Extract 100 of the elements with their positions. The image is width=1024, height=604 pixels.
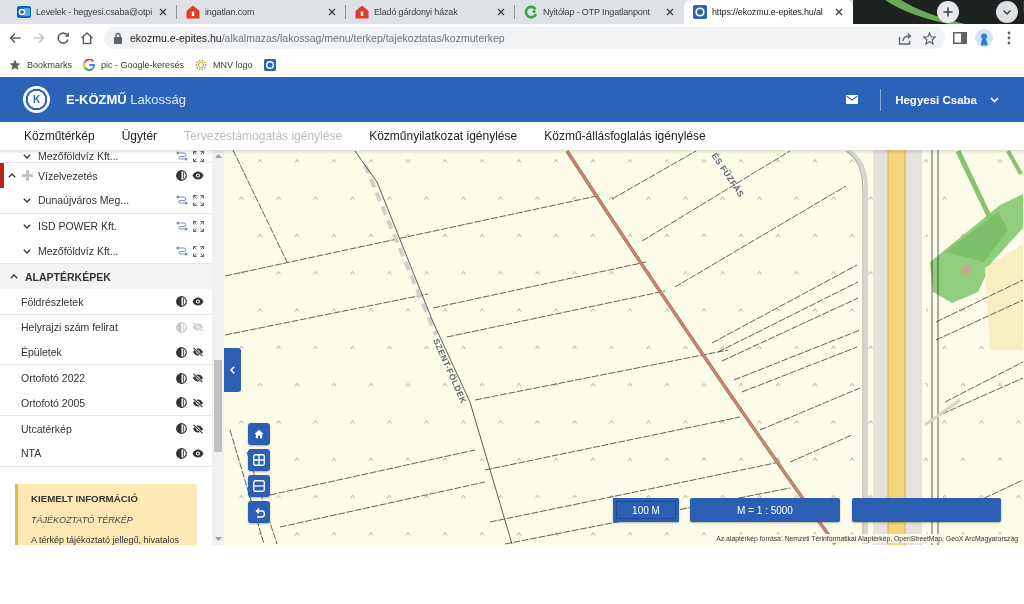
collapse-sidebar-button[interactable] — [224, 348, 241, 392]
chevron-down-icon — [990, 96, 999, 103]
eye-icon[interactable] — [192, 171, 204, 181]
side-panel-icon[interactable] — [953, 32, 967, 44]
route-icon[interactable] — [176, 195, 188, 206]
expand-icon[interactable] — [193, 245, 204, 257]
bookmark[interactable]: pic - Google-keresés — [83, 58, 185, 71]
bookmark[interactable]: Bookmarks — [9, 58, 72, 71]
plus-icon[interactable] — [937, 1, 959, 23]
close-icon[interactable] — [328, 8, 336, 16]
eye-slash-icon[interactable] — [192, 423, 204, 434]
section-header[interactable]: ALAPTÉRKÉPEK — [0, 264, 212, 290]
chevron-down-icon[interactable] — [23, 197, 31, 203]
home-icon[interactable] — [80, 31, 94, 45]
sunburst-icon — [195, 58, 208, 71]
eye-icon[interactable] — [192, 297, 204, 307]
browser-tab[interactable]: ingatlan.com — [177, 0, 346, 24]
scrollbar[interactable] — [212, 150, 224, 545]
cross-icon — [22, 170, 33, 182]
back-icon[interactable] — [8, 31, 22, 45]
eye-slash-icon[interactable] — [192, 397, 204, 408]
provider-label: Mezőföldvíz Kft... — [38, 150, 119, 162]
layer-label: Épületek — [21, 346, 62, 359]
house-icon — [186, 5, 200, 19]
home-button[interactable] — [248, 423, 270, 445]
chevron-down-icon[interactable] — [23, 153, 31, 159]
layer-label: Vízelvezetés — [38, 169, 98, 182]
chevron-up-icon[interactable] — [10, 274, 18, 280]
half-circle-icon[interactable] — [176, 170, 187, 182]
browser-tab[interactable]: Levelek - hegyesi.csaba@otpi — [8, 0, 177, 24]
half-circle-icon[interactable] — [176, 447, 187, 459]
layer-label: Ortofotó 2005 — [21, 396, 86, 409]
zoom-in-button[interactable] — [248, 449, 270, 471]
favicon-icon — [17, 5, 31, 19]
nav-link[interactable]: Közműnyilatkozat igénylése — [369, 129, 518, 143]
app-title: E-KÖZMŰ Lakosság — [66, 92, 186, 107]
close-icon[interactable] — [835, 8, 843, 16]
browser-tab[interactable]: Eladó gárdonyi házak — [346, 0, 515, 24]
chevron-down-icon[interactable] — [996, 1, 1018, 23]
share-icon[interactable] — [898, 31, 912, 45]
layer-label: Földrészletek — [21, 295, 84, 308]
route-icon[interactable] — [176, 151, 188, 161]
info-text: A térkép tájékoztató jellegű, hivatalos — [31, 534, 181, 545]
close-icon[interactable] — [159, 8, 167, 16]
square-plus-icon — [253, 454, 265, 466]
expand-icon[interactable] — [193, 220, 204, 232]
provider-label: Mezőföldvíz Kft... — [38, 245, 119, 258]
browser-tab[interactable]: https://ekozmu.e-epites.hu/al — [684, 0, 853, 24]
half-circle-icon[interactable] — [176, 423, 187, 435]
zoom-out-button[interactable] — [248, 475, 270, 497]
close-icon[interactable] — [666, 8, 674, 16]
close-icon[interactable] — [497, 8, 505, 16]
nav-link[interactable]: Ügytér — [121, 129, 158, 143]
eye-slash-icon[interactable] — [192, 347, 204, 358]
half-circle-icon[interactable] — [176, 346, 187, 358]
nav-link[interactable]: Közmű-állásfoglalás igénylése — [544, 129, 706, 143]
logo-icon[interactable] — [263, 58, 276, 71]
undo-icon — [253, 506, 265, 518]
route-icon[interactable] — [176, 246, 188, 257]
layer-label: Utcatérkép — [21, 422, 72, 435]
undo-button[interactable] — [248, 501, 270, 523]
star-icon[interactable] — [923, 31, 936, 45]
home-icon — [254, 429, 264, 439]
house-icon — [355, 5, 369, 19]
provider-label: Dunaújváros Meg... — [38, 194, 130, 207]
section-title: ALAPTÉRKÉPEK — [25, 270, 111, 283]
square-minus-icon — [253, 480, 265, 492]
browser-tab[interactable]: Nyitólap - OTP Ingatlanpont — [515, 0, 684, 24]
lock-icon — [113, 32, 123, 44]
chevron-up-icon[interactable] — [8, 173, 16, 179]
scrollbar-thumb[interactable] — [214, 360, 222, 452]
chevron-down-icon[interactable] — [23, 223, 31, 229]
half-circle-icon[interactable] — [176, 372, 187, 384]
info-subtitle: TÁJÉKOZTATÓ TÉRKÉP — [31, 514, 134, 526]
star-icon — [9, 58, 21, 71]
info-title: KIEMELT INFORMÁCIÓ — [31, 492, 139, 505]
logo-icon — [693, 5, 707, 19]
reload-icon[interactable] — [56, 31, 70, 45]
half-circle-icon[interactable] — [176, 397, 187, 409]
ring-icon — [524, 5, 538, 19]
expand-icon[interactable] — [193, 194, 204, 206]
avatar-icon[interactable] — [975, 29, 993, 47]
half-circle-icon[interactable] — [176, 296, 187, 308]
bookmark[interactable]: MNV logo — [195, 58, 253, 71]
kebab-menu-icon[interactable] — [1007, 31, 1011, 45]
eye-icon[interactable] — [192, 448, 204, 458]
provider-label: ISD POWER Kft. — [38, 220, 117, 233]
logo-icon — [83, 58, 95, 71]
chevron-down-icon[interactable] — [23, 248, 31, 254]
route-icon[interactable] — [176, 221, 188, 232]
eye-slash-icon[interactable] — [192, 373, 204, 383]
user-menu[interactable]: Hegyesi Csaba — [895, 93, 999, 106]
address-bar[interactable]: ekozmu.e-epites.hu/alkalmazas/lakossag/menu/terkep/tajekoztatas/kozmuterkep — [104, 27, 945, 49]
chevron-left-icon — [230, 366, 235, 374]
layer-label: Helyrajzi szám felirat — [21, 321, 118, 334]
scale-selector[interactable]: M = 1 : 5000 — [690, 498, 840, 522]
nav-link[interactable]: Közműtérkép — [24, 129, 95, 143]
expand-icon[interactable] — [193, 150, 204, 162]
envelope-icon[interactable] — [846, 95, 859, 104]
scale-bar: 100 M — [613, 498, 679, 522]
